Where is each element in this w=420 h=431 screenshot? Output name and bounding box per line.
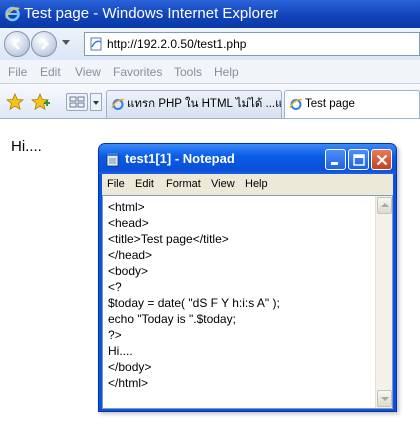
menu-edit[interactable]: Edit	[40, 60, 61, 84]
browser-menu-bar: File Edit View Favorites Tools Help	[0, 60, 420, 84]
notepad-menu-format[interactable]: Format	[166, 174, 201, 195]
recent-pages-dropdown[interactable]	[62, 40, 70, 45]
notepad-title: test1[1] - Notepad	[125, 151, 235, 166]
notepad-menu-view[interactable]: View	[211, 174, 235, 195]
menu-tools[interactable]: Tools	[174, 60, 202, 84]
notepad-title-bar[interactable]: test1[1] - Notepad	[99, 144, 396, 174]
favorites-star-icon[interactable]	[6, 93, 24, 111]
ie-page-icon	[289, 99, 303, 110]
notepad-menu-file[interactable]: File	[107, 174, 125, 195]
scroll-up-button[interactable]	[377, 197, 392, 214]
address-toolbar: http://192.2.0.50/test1.php	[0, 28, 420, 60]
quick-tabs-button[interactable]	[66, 93, 88, 111]
tab-list-dropdown[interactable]	[90, 93, 102, 111]
page-body-text: Hi....	[11, 138, 42, 155]
notepad-window: test1[1] - Notepad File Edit Format View…	[98, 143, 397, 412]
minimize-icon	[331, 162, 338, 165]
ie-page-icon	[111, 99, 125, 110]
notepad-menu-help[interactable]: Help	[245, 174, 268, 195]
menu-view[interactable]: View	[75, 60, 101, 84]
back-button[interactable]	[4, 31, 30, 57]
internet-explorer-icon	[5, 6, 20, 22]
notepad-text-area[interactable]: <html> <head> <title>Test page</title> <…	[102, 195, 393, 409]
close-icon	[376, 154, 388, 166]
tab-php-forum[interactable]: แทรก PHP ใน HTML ไม่ได้ ...แ...	[106, 90, 282, 118]
browser-title-bar[interactable]: Test page - Windows Internet Explorer	[0, 0, 420, 28]
maximize-icon	[353, 154, 365, 166]
close-button[interactable]	[371, 149, 392, 170]
browser-title: Test page - Windows Internet Explorer	[24, 5, 279, 22]
notepad-menu-bar: File Edit Format View Help	[102, 174, 393, 195]
vertical-scrollbar[interactable]	[375, 196, 392, 408]
menu-help[interactable]: Help	[214, 60, 239, 84]
notepad-content: <html> <head> <title>Test page</title> <…	[108, 200, 280, 390]
tab-label: Test page	[305, 98, 355, 110]
add-favorites-icon[interactable]	[31, 93, 51, 111]
notepad-icon	[106, 153, 119, 167]
minimize-button[interactable]	[325, 149, 346, 170]
scroll-down-button[interactable]	[377, 390, 392, 407]
tab-test-page[interactable]: Test page	[284, 90, 420, 118]
forward-button[interactable]	[31, 31, 57, 57]
menu-favorites[interactable]: Favorites	[113, 60, 162, 84]
quick-tabs-icon	[69, 96, 85, 108]
back-arrow-icon	[12, 38, 20, 50]
address-bar[interactable]: http://192.2.0.50/test1.php	[84, 32, 420, 56]
maximize-button[interactable]	[348, 149, 369, 170]
tab-label: แทรก PHP ใน HTML ไม่ได้ ...แ...	[127, 98, 282, 110]
forward-arrow-icon	[41, 38, 49, 50]
address-url: http://192.2.0.50/test1.php	[107, 37, 247, 51]
page-icon	[90, 37, 102, 51]
tab-bar: แทรก PHP ใน HTML ไม่ได้ ...แ... Test pag…	[0, 85, 420, 119]
menu-file[interactable]: File	[8, 60, 27, 84]
notepad-menu-edit[interactable]: Edit	[135, 174, 154, 195]
